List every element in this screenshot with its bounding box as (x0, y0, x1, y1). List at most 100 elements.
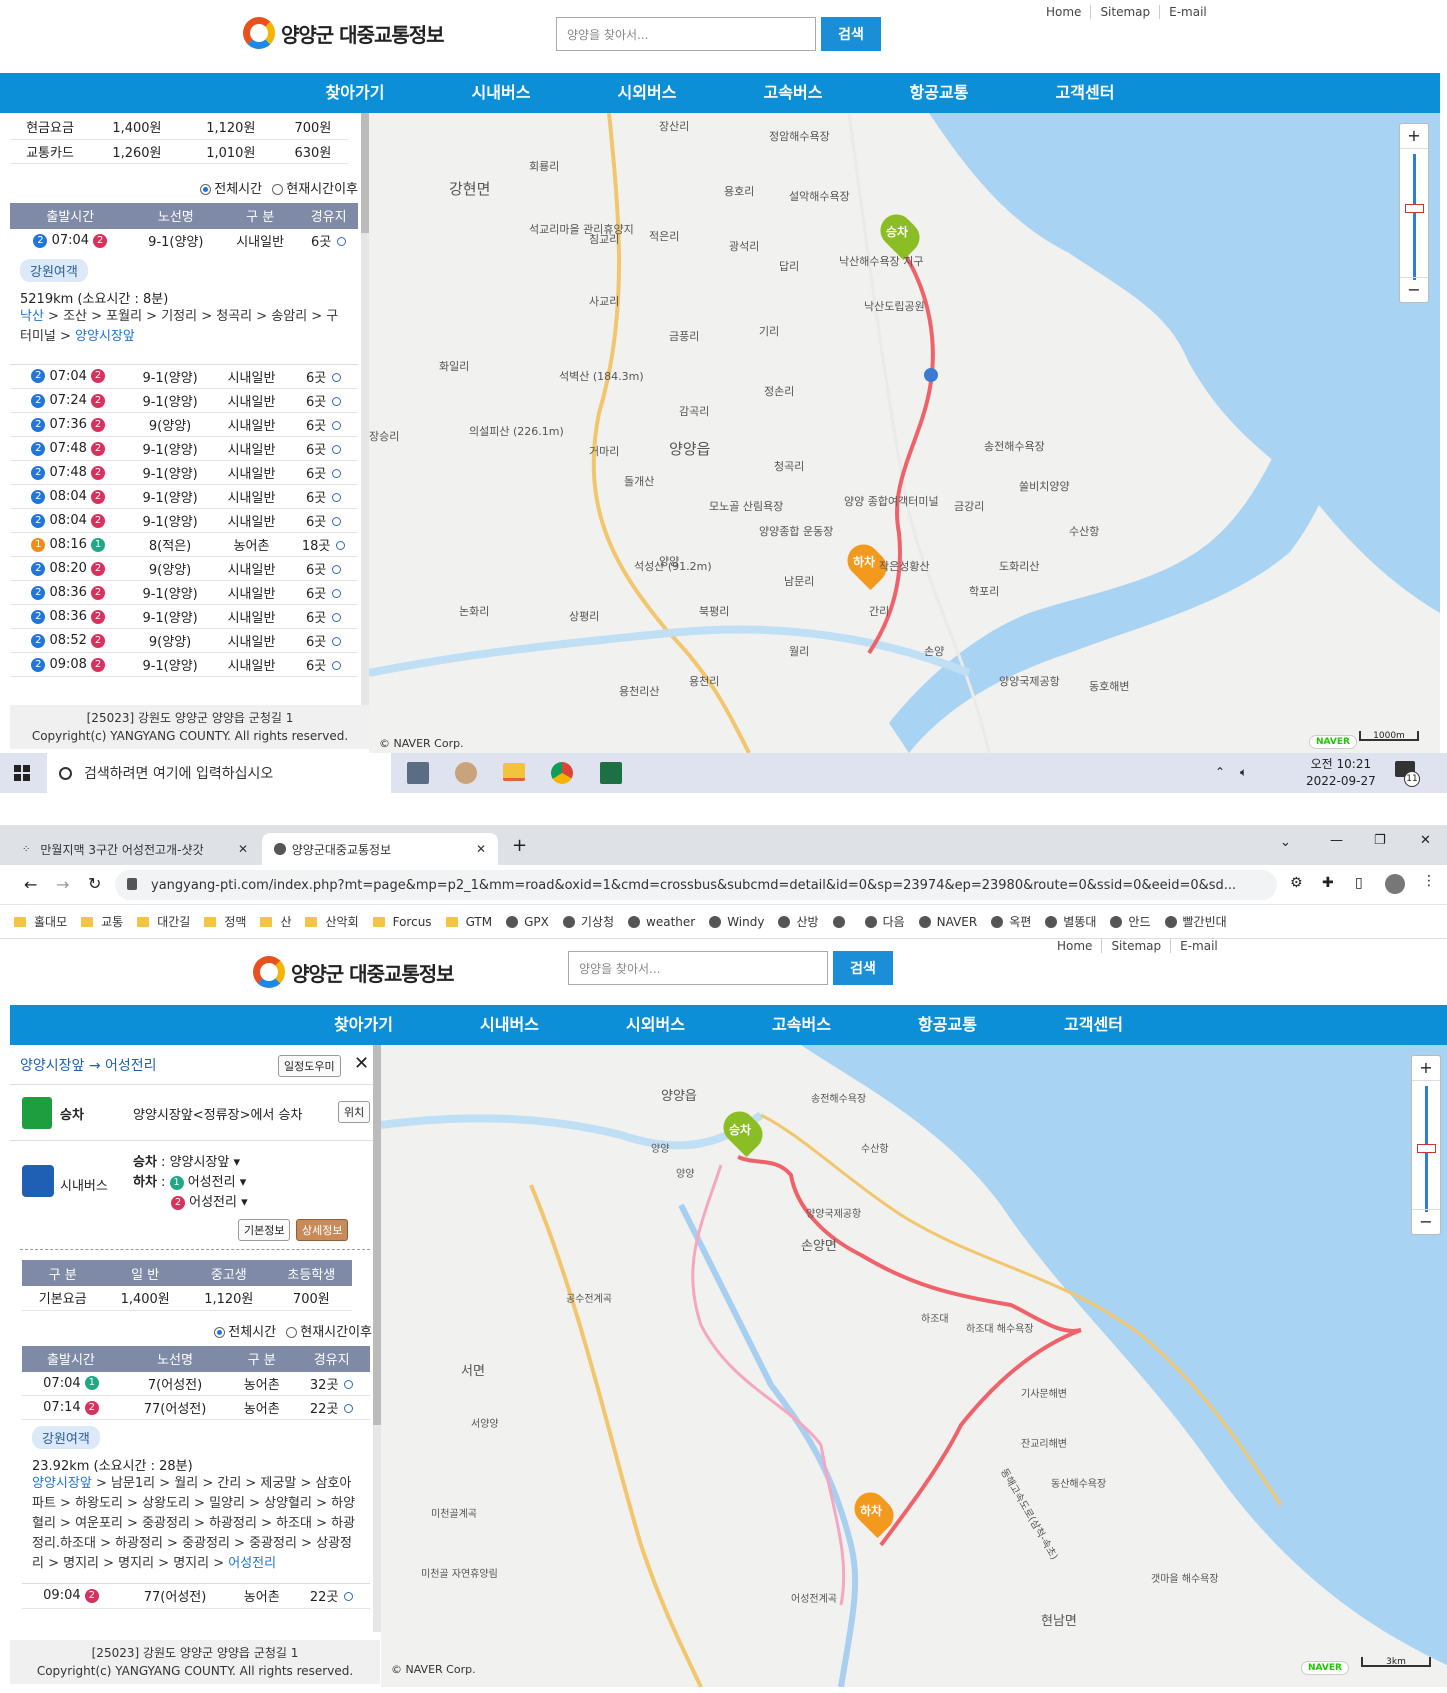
map-place-label[interactable]: 송전해수욕장 (984, 438, 1045, 454)
site-logo[interactable]: 양양군 대중교통정보 (243, 17, 445, 49)
panel-scrollbar-bottom[interactable] (373, 1045, 381, 1632)
bookmark-item[interactable]: 기상청 (562, 913, 614, 930)
search-icon[interactable] (332, 661, 342, 670)
map-place-label[interactable]: 현남면 (1041, 1610, 1077, 1629)
menu-icon[interactable]: ⋮ (1422, 873, 1436, 889)
table-row[interactable]: 2 08:20 2 9(양양) 시내일반 6곳 (10, 556, 358, 581)
panel-scrollbar-top[interactable] (361, 113, 369, 705)
map-place-label[interactable]: 작은성황산 (879, 558, 930, 574)
zoom-slider[interactable] (1413, 154, 1416, 280)
nav-intercity-bus[interactable]: 시외버스 (574, 73, 720, 113)
map-place-label[interactable]: 침교리 (589, 231, 619, 247)
caret-down-icon[interactable]: ▾ (240, 1175, 247, 1190)
start-stop[interactable]: 양양시장앞 (32, 1476, 92, 1491)
bookmark-item[interactable]: 산방 (778, 913, 819, 930)
bookmark-item[interactable]: 산악회 (305, 913, 359, 930)
location-button[interactable]: 위치 (338, 1101, 371, 1123)
nav-city-bus[interactable]: 시내버스 (437, 1005, 583, 1045)
excel-icon[interactable] (600, 762, 622, 784)
home-link[interactable]: Home (1048, 939, 1101, 953)
map-place-label[interactable]: 공수전계곡 (566, 1290, 612, 1305)
chrome-icon[interactable] (551, 762, 573, 784)
paint-icon[interactable] (455, 762, 477, 784)
forward-icon[interactable]: → (56, 875, 69, 894)
url-field[interactable]: yangyang-pti.com/index.php?mt=page&mp=p2… (115, 870, 1277, 900)
search-icon[interactable] (332, 469, 342, 478)
map-place-label[interactable]: 의설피산 (226.1m) (469, 423, 564, 439)
table-row[interactable]: 2 07:24 2 9-1(양양) 시내일반 6곳 (10, 388, 358, 413)
table-row[interactable]: 2 07:04 2 9-1(양양) 시내일반 6곳 (10, 229, 358, 253)
zoom-out-button[interactable]: − (1400, 277, 1428, 302)
map-place-label[interactable]: 정손리 (764, 383, 794, 399)
nav-directions[interactable]: 찾아가기 (282, 73, 428, 113)
map-place-label[interactable]: 손양면 (801, 1235, 837, 1254)
map-place-label[interactable]: 상평리 (569, 608, 599, 624)
sitemap-link[interactable]: Sitemap (1090, 5, 1159, 19)
taskbar-search[interactable]: 검색하려면 여기에 입력하십시오 (47, 753, 391, 793)
map-place-label[interactable]: 양양읍 (669, 438, 710, 459)
extension-icon[interactable]: ⚙ (1290, 875, 1303, 891)
map-place-label[interactable]: 미천골계곡 (431, 1505, 477, 1520)
bookmark-item[interactable]: Forcus (372, 915, 432, 929)
basic-info-button[interactable]: 기본정보 (238, 1219, 291, 1241)
search-icon[interactable] (332, 372, 342, 382)
search-icon[interactable] (332, 613, 342, 622)
map-place-label[interactable]: 송전해수욕장 (811, 1090, 866, 1105)
map-top[interactable]: 승차 하차 장산리 정암해수욕장 회룡리 강현면 용호리 설악해수욕장 석교리마을 관리휴양… (369, 113, 1440, 753)
schedule-helper-button[interactable]: 일정도우미 (278, 1055, 341, 1077)
map-place-label[interactable]: 설악해수욕장 (789, 188, 850, 204)
restore-button[interactable]: ❐ (1374, 833, 1386, 848)
board-value[interactable]: 양양시장앞 (170, 1155, 230, 1170)
nav-customer-center[interactable]: 고객센터 (1021, 1005, 1167, 1045)
map-place-label[interactable]: 용천리 (689, 673, 719, 689)
map-place-label[interactable]: 양양국제공항 (806, 1205, 861, 1220)
puzzle-icon[interactable]: ✚ (1322, 875, 1334, 891)
map-place-label[interactable]: 용호리 (724, 183, 754, 199)
close-icon[interactable]: ✕ (476, 842, 486, 856)
sidepanel-icon[interactable]: ▯ (1355, 875, 1363, 891)
map-place-label[interactable]: 금풍리 (669, 328, 699, 344)
email-link[interactable]: E-mail (1159, 5, 1216, 19)
table-row[interactable]: 2 07:36 2 9(양양) 시내일반 6곳 (10, 412, 358, 437)
alight-option[interactable]: 어성전리 (189, 1195, 237, 1210)
table-row[interactable]: 2 07:48 2 9-1(양양) 시내일반 6곳 (10, 460, 358, 485)
minimize-button[interactable]: — (1330, 833, 1343, 848)
caret-down-icon[interactable]: ▾ (234, 1155, 241, 1170)
search-icon[interactable] (344, 1404, 354, 1413)
nav-air[interactable]: 항공교통 (875, 1005, 1021, 1045)
table-row[interactable]: 1 08:16 1 8(적은) 농어촌 18곳 (10, 532, 358, 557)
map-place-label[interactable]: 잔교리해변 (1021, 1435, 1067, 1450)
map-place-label[interactable]: 모노골 산림욕장 (709, 498, 783, 514)
radio-all-time[interactable] (214, 1326, 226, 1338)
bookmark-item[interactable]: GTM (445, 915, 492, 929)
map-place-label[interactable]: 양양국제공항 (999, 673, 1060, 689)
search-icon[interactable] (332, 589, 342, 598)
table-row[interactable]: 07:04 1 7(어성전) 농어촌 32곳 (22, 1371, 370, 1396)
map-place-label[interactable]: 하조대 (921, 1310, 949, 1325)
nav-intercity-bus[interactable]: 시외버스 (583, 1005, 729, 1045)
profile-icon[interactable] (1385, 874, 1405, 894)
map-place-label[interactable]: 서면 (461, 1360, 485, 1379)
map-place-label[interactable]: 청곡리 (774, 458, 804, 474)
map-place-label[interactable]: 양양종합 운동장 (759, 523, 833, 539)
email-link[interactable]: E-mail (1170, 939, 1227, 953)
map-place-label[interactable]: 갯마을 해수욕장 (1151, 1570, 1219, 1585)
map-place-label[interactable]: 양양 종합여객터미널 (844, 493, 939, 509)
map-place-label[interactable]: 기리 (759, 323, 779, 339)
sitemap-link[interactable]: Sitemap (1101, 939, 1170, 953)
caret-down-icon[interactable]: ▾ (241, 1195, 248, 1210)
close-icon[interactable]: ✕ (354, 1053, 369, 1074)
zoom-handle[interactable] (1405, 204, 1424, 213)
radio-after-now[interactable] (272, 183, 284, 195)
bookmark-item[interactable]: 안드 (1110, 913, 1151, 930)
search-icon[interactable] (332, 565, 342, 574)
close-icon[interactable]: ✕ (238, 842, 248, 856)
search-icon[interactable] (332, 517, 342, 526)
map-place-label[interactable]: 금강리 (954, 498, 984, 514)
back-icon[interactable]: ← (24, 875, 37, 894)
map-place-label[interactable]: 북평리 (699, 603, 729, 619)
map-place-label[interactable]: 정암해수욕장 (769, 128, 830, 144)
bookmark-item[interactable]: 별똥대 (1045, 913, 1096, 930)
bus-stop-marker[interactable] (924, 368, 938, 382)
map-place-label[interactable]: 양양읍 (661, 1085, 697, 1104)
